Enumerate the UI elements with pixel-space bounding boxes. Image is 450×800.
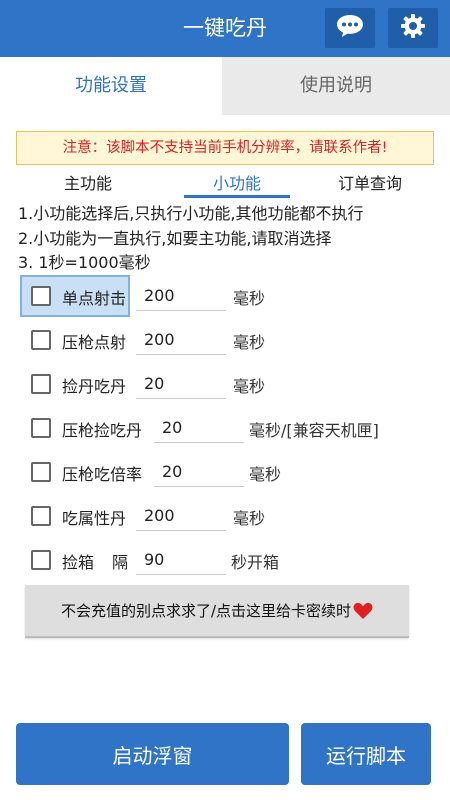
resolution-notice: 注意：该脚本不支持当前手机分辨率，请联系作者!	[16, 131, 434, 165]
subtab-main-function[interactable]: 主功能	[40, 170, 136, 198]
label-recoil-eat-rate: 压枪吃倍率	[62, 465, 143, 484]
renew-card-button[interactable]: 不会充值的别点求求了/点击这里给卡密续时	[25, 585, 409, 638]
unit-recoil-shot: 毫秒	[233, 333, 266, 352]
checkbox-recoil-eat-rate[interactable]	[31, 462, 51, 482]
input-pick-eat-pill[interactable]	[136, 369, 226, 399]
subtab-small-function[interactable]: 小功能	[184, 170, 290, 198]
input-eat-attribute-pill[interactable]	[136, 501, 226, 531]
chat-button[interactable]	[325, 8, 375, 48]
label-pick-eat-pill: 捡丹吃丹	[62, 377, 127, 396]
label-pick-box-interval: 隔	[112, 553, 129, 572]
start-floating-window-button[interactable]: 启动浮窗	[16, 723, 289, 785]
gear-icon	[400, 13, 426, 43]
unit-eat-attribute-pill: 毫秒	[233, 509, 266, 528]
checkbox-pick-eat-pill[interactable]	[31, 374, 51, 394]
app-title: 一键吃丹	[183, 16, 267, 40]
label-single-shot: 单点射击	[62, 289, 127, 308]
label-recoil-shot: 压枪点射	[62, 333, 127, 352]
sub-tabs: 主功能 小功能 订单查询	[0, 170, 450, 202]
info-line-3: 3. 1秒=1000毫秒	[18, 253, 151, 272]
checkbox-recoil-shot[interactable]	[31, 330, 51, 350]
settings-button[interactable]	[388, 8, 438, 48]
subtab-order-query[interactable]: 订单查询	[318, 170, 422, 198]
tab-function-settings[interactable]: 功能设置	[0, 57, 222, 115]
unit-single-shot: 毫秒	[233, 289, 266, 308]
unit-recoil-pick-eat: 毫秒/[兼容天机匣]	[249, 421, 379, 440]
heart-icon	[353, 602, 373, 620]
input-pick-box[interactable]	[136, 545, 226, 575]
input-recoil-eat-rate[interactable]	[154, 457, 244, 487]
label-eat-attribute-pill: 吃属性丹	[62, 509, 127, 528]
info-line-2: 2.小功能为一直执行,如要主功能,请取消选择	[18, 229, 332, 248]
main-tabs: 功能设置 使用说明	[0, 57, 450, 115]
label-recoil-pick-eat: 压枪捡吃丹	[62, 421, 143, 440]
input-recoil-shot[interactable]	[136, 325, 226, 355]
unit-pick-box: 秒开箱	[231, 553, 280, 572]
info-line-1: 1.小功能选择后,只执行小功能,其他功能都不执行	[18, 204, 364, 223]
renew-card-label: 不会充值的别点求求了/点击这里给卡密续时	[60, 602, 352, 620]
chat-bubble-icon	[335, 13, 365, 43]
checkbox-pick-box[interactable]	[31, 550, 51, 570]
unit-recoil-eat-rate: 毫秒	[249, 465, 282, 484]
run-script-button[interactable]: 运行脚本	[301, 723, 431, 785]
checkbox-recoil-pick-eat[interactable]	[31, 418, 51, 438]
input-recoil-pick-eat[interactable]	[154, 413, 244, 443]
tab-instructions[interactable]: 使用说明	[222, 57, 450, 115]
label-pick-box: 捡箱	[62, 553, 95, 572]
input-single-shot[interactable]	[136, 281, 226, 311]
unit-pick-eat-pill: 毫秒	[233, 377, 266, 396]
title-bar: 一键吃丹	[0, 0, 450, 57]
checkbox-eat-attribute-pill[interactable]	[31, 506, 51, 526]
checkbox-single-shot[interactable]	[31, 286, 51, 306]
